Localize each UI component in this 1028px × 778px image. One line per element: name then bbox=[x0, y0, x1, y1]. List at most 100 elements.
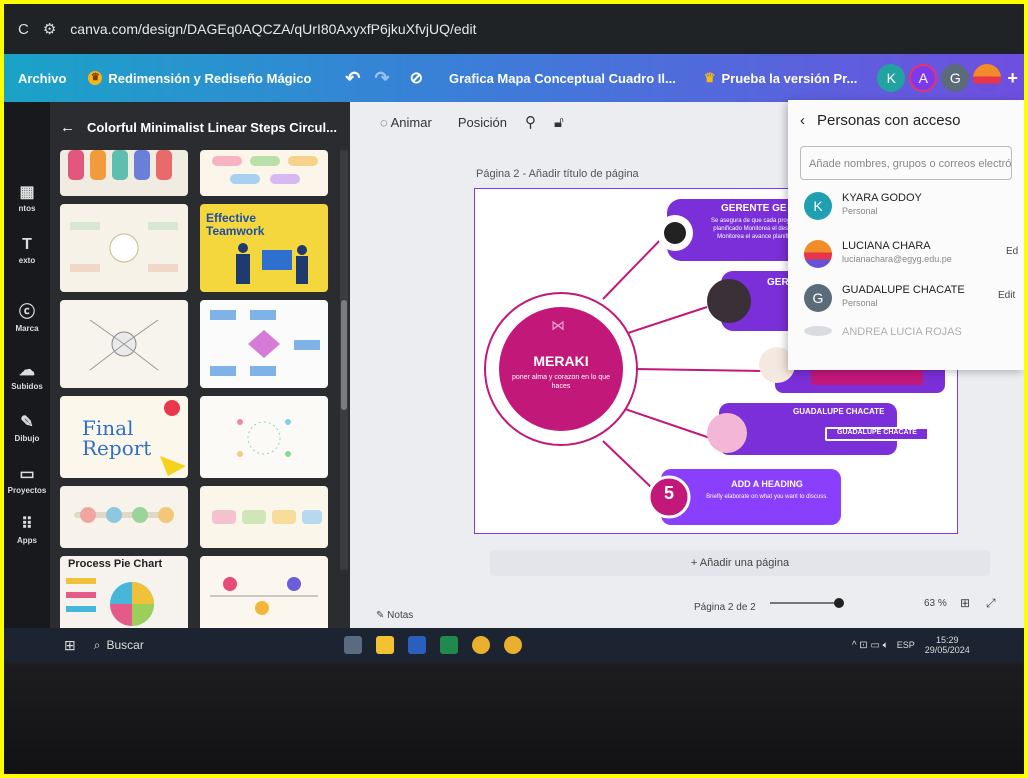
editor-statusbar: ✎ Notas Página 2 de 2 63 % ⊞ ⤢ bbox=[350, 596, 1024, 628]
add-page-button[interactable]: + Añadir una página bbox=[490, 550, 990, 576]
panel-header: ← Colorful Minimalist Linear Steps Circu… bbox=[50, 102, 350, 152]
left-rail: ▦ ntos Texto ⓒ Marca ☁ Subidos ✎ Dibujo ▭ Pro… bbox=[4, 102, 50, 642]
avatar-g[interactable]: G bbox=[941, 64, 970, 92]
center-subtitle: poner alma y corazon en lo que haces bbox=[511, 374, 611, 390]
taskbar-search[interactable]: Buscar bbox=[106, 638, 143, 652]
panel-title: Colorful Minimalist Linear Steps Circul.… bbox=[87, 119, 337, 135]
rail-projects[interactable]: ▭ Proyectos bbox=[4, 464, 50, 495]
box4-title: GUADALUPE CHACATE bbox=[793, 407, 885, 416]
template-thumb[interactable] bbox=[200, 396, 328, 478]
panel-scroll-thumb[interactable] bbox=[341, 300, 347, 410]
template-thumb-final-report[interactable]: Final Report bbox=[60, 396, 188, 478]
back-arrow-icon[interactable]: ← bbox=[60, 119, 75, 136]
box1-title: GERENTE GE bbox=[721, 203, 787, 214]
rail-draw[interactable]: ✎ Dibujo bbox=[4, 412, 50, 443]
rail-elements[interactable]: ▦ ntos bbox=[4, 182, 50, 213]
zoom-slider[interactable] bbox=[770, 602, 840, 604]
chrome-icon[interactable] bbox=[471, 636, 490, 654]
person-name: ANDREA LUCIA ROJAS bbox=[842, 326, 962, 338]
template-thumb[interactable] bbox=[200, 556, 328, 636]
back-chevron-icon[interactable]: ‹ bbox=[800, 112, 805, 129]
collaborator-avatars: K A G + bbox=[877, 64, 1018, 92]
excel-icon[interactable] bbox=[439, 636, 458, 654]
undo-icon[interactable]: ↶ bbox=[345, 68, 360, 89]
person-row[interactable]: ANDREA LUCIA ROJAS bbox=[804, 326, 962, 338]
page-counter: Página 2 de 2 bbox=[694, 602, 756, 613]
share-header: ‹ Personas con acceso bbox=[788, 100, 1024, 140]
avatar-a[interactable]: A bbox=[909, 64, 938, 92]
document-title[interactable]: Grafica Mapa Conceptual Cuadro Il... bbox=[449, 71, 676, 86]
site-settings-icon[interactable]: ⚙ bbox=[43, 20, 56, 38]
windows-taskbar: ⊞ ⌕ Buscar ^ ⊡ ▭ 🔈︎ ESP 15:29 29/05/2024 bbox=[4, 628, 1024, 662]
fullscreen-icon[interactable]: ⤢ bbox=[986, 596, 996, 611]
position-button[interactable]: Posición bbox=[458, 115, 507, 130]
template-thumb[interactable] bbox=[60, 150, 188, 196]
template-thumb[interactable] bbox=[60, 300, 188, 388]
template-thumb[interactable] bbox=[60, 486, 188, 548]
template-thumb-process-pie[interactable]: Process Pie Chart bbox=[60, 556, 188, 636]
monitor-bezel bbox=[4, 664, 1024, 774]
panel-scrollbar[interactable] bbox=[340, 150, 348, 570]
template-thumb[interactable] bbox=[200, 486, 328, 548]
system-tray-icons[interactable]: ^ ⊡ ▭ 🔈︎ bbox=[852, 640, 889, 651]
rail-text[interactable]: Texto bbox=[4, 236, 50, 265]
person-row[interactable]: LUCIANA CHARA lucianachara@egyg.edu.pe bbox=[804, 240, 952, 268]
screen-photo: C ⚙ canva.com/design/DAGEq0AQCZA/qUrI80A… bbox=[4, 4, 1024, 774]
person-role[interactable]: Ed bbox=[1006, 246, 1018, 257]
avatar-k[interactable]: K bbox=[877, 64, 906, 92]
rail-brand[interactable]: ⓒ Marca bbox=[4, 298, 50, 333]
task-view-icon[interactable] bbox=[343, 636, 362, 654]
person-avatar: K bbox=[804, 192, 832, 220]
crown-icon: ♛ bbox=[88, 71, 103, 85]
person-name: GUADALUPE CHACATE bbox=[842, 284, 965, 296]
file-explorer-icon[interactable] bbox=[375, 636, 394, 654]
person-sub: Personal bbox=[842, 298, 878, 308]
person-row[interactable]: K KYARA GODOY Personal bbox=[804, 192, 922, 220]
file-menu[interactable]: Archivo bbox=[18, 71, 66, 86]
zoom-level[interactable]: 63 % bbox=[924, 598, 947, 609]
windows-start-icon[interactable]: ⊞ bbox=[64, 637, 76, 654]
bow-icon: ⋈ bbox=[551, 317, 565, 333]
rail-apps[interactable]: ⠿ Apps bbox=[4, 514, 50, 545]
text-icon: T bbox=[22, 236, 32, 253]
language-indicator[interactable]: ESP bbox=[897, 640, 915, 650]
template-panel: ← Colorful Minimalist Linear Steps Circu… bbox=[50, 102, 350, 642]
notes-button[interactable]: ✎ Notas bbox=[376, 610, 413, 621]
clock-date: 29/05/2024 bbox=[924, 645, 970, 655]
page-title[interactable]: Página 2 - Añadir título de página bbox=[476, 168, 639, 180]
clock[interactable]: 15:29 29/05/2024 bbox=[925, 635, 970, 655]
person-row[interactable]: G GUADALUPE CHACATE Personal bbox=[804, 284, 965, 312]
trial-button[interactable]: ♛ Prueba la versión Pr... bbox=[704, 70, 858, 86]
box4-badge: GUADALUPE CHACATE bbox=[837, 429, 917, 436]
zoom-slider-knob[interactable] bbox=[834, 598, 844, 608]
animate-button[interactable]: ◌ Animar bbox=[380, 115, 432, 130]
person-role[interactable]: Edit bbox=[998, 290, 1015, 301]
paint-roller-icon[interactable]: ⚲ bbox=[525, 113, 536, 131]
person-avatar bbox=[804, 326, 832, 336]
pen-icon: ✎ bbox=[20, 414, 34, 431]
cloud-saved-icon[interactable]: ⊘ bbox=[410, 68, 423, 88]
word-icon[interactable] bbox=[407, 636, 426, 654]
rail-uploads[interactable]: ☁ Subidos bbox=[4, 360, 50, 391]
notes-icon: ✎ bbox=[376, 610, 388, 621]
add-people-input[interactable]: Añade nombres, grupos o correos electró bbox=[800, 146, 1012, 180]
box5-number: 5 bbox=[663, 483, 674, 503]
chrome-icon[interactable] bbox=[503, 636, 522, 654]
cloud-upload-icon: ☁ bbox=[19, 362, 35, 379]
box5-text: Briefly elaborate on what you want to di… bbox=[706, 494, 828, 500]
magic-resize-button[interactable]: ♛ Redimensión y Rediseño Mágico bbox=[88, 71, 311, 86]
template-thumb[interactable] bbox=[60, 204, 188, 292]
redo-icon[interactable]: ↷ bbox=[375, 68, 390, 89]
url-text[interactable]: canva.com/design/DAGEq0AQCZA/qUrI80Axyxf… bbox=[70, 21, 476, 37]
lock-icon[interactable]: 🔓︎ bbox=[554, 114, 564, 131]
template-thumb[interactable] bbox=[200, 300, 328, 388]
add-collaborator-button[interactable]: + bbox=[1007, 68, 1018, 89]
crown-icon: ♛ bbox=[703, 70, 716, 85]
reload-icon[interactable]: C bbox=[18, 21, 29, 38]
template-thumb[interactable] bbox=[200, 150, 328, 196]
person-avatar-photo bbox=[804, 240, 832, 268]
grid-view-icon[interactable]: ⊞ bbox=[960, 596, 970, 610]
elements-icon: ▦ bbox=[19, 184, 35, 201]
avatar-photo[interactable] bbox=[973, 64, 1002, 92]
template-thumb-teamwork[interactable]: Effective Teamwork bbox=[200, 204, 328, 292]
